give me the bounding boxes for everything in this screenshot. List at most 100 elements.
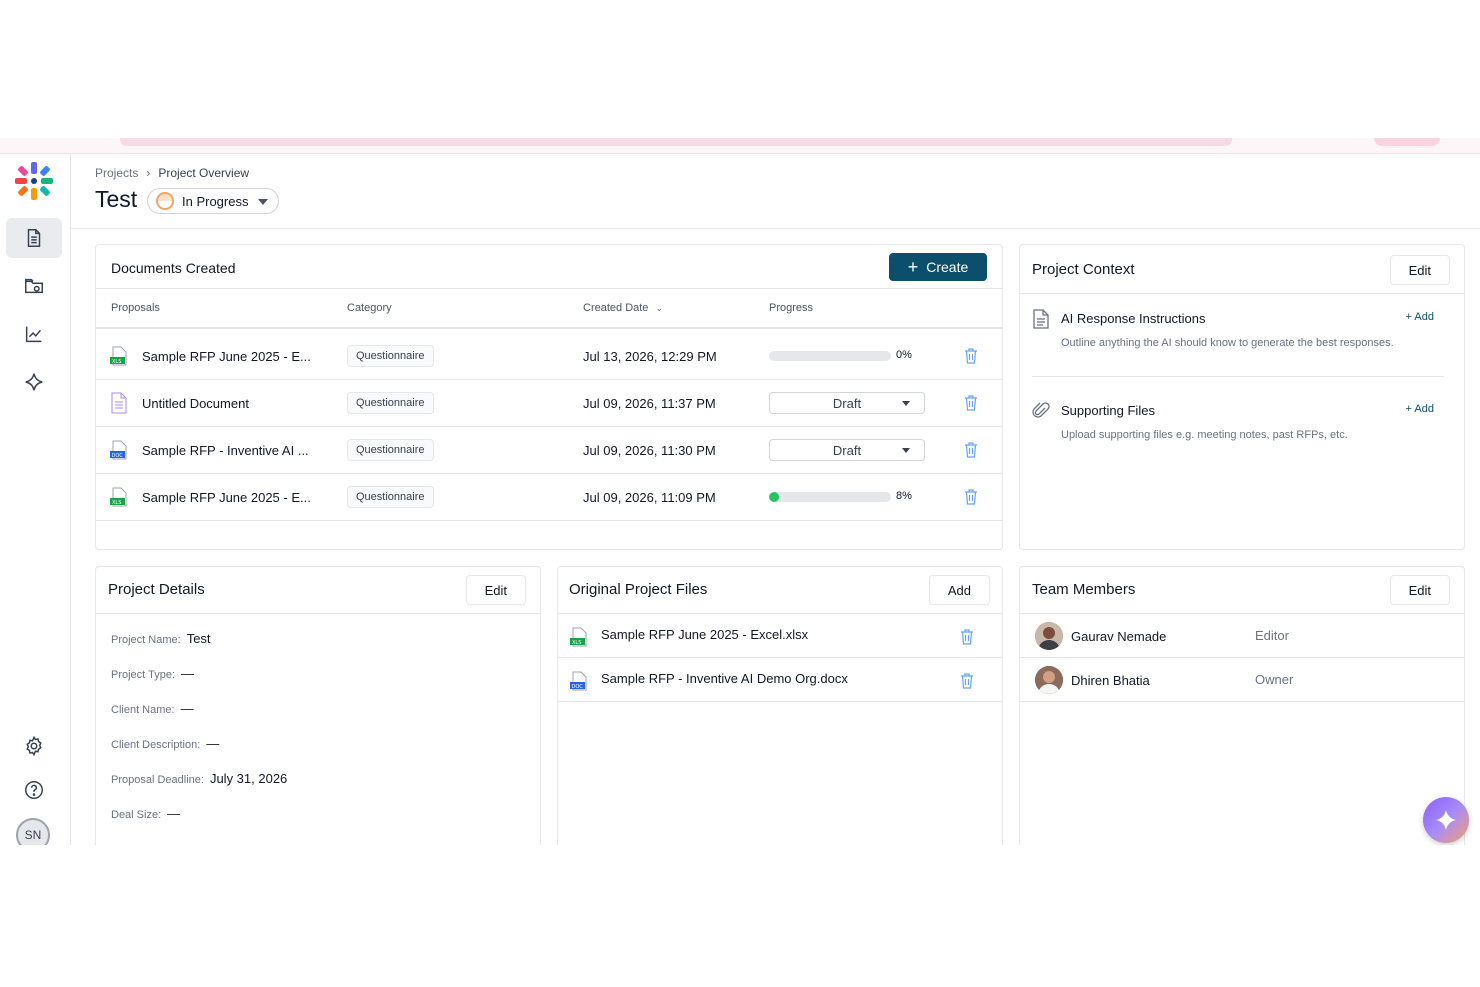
file-row[interactable]: XLS Sample RFP June 2025 - Excel.xlsx bbox=[558, 614, 1002, 658]
team-edit-button[interactable]: Edit bbox=[1389, 575, 1450, 605]
trash-icon[interactable] bbox=[964, 442, 978, 458]
table-row[interactable]: Untitled Document Questionnaire Jul 09, … bbox=[96, 380, 1002, 427]
trash-icon[interactable] bbox=[960, 673, 974, 689]
context-edit-button[interactable]: Edit bbox=[1389, 255, 1450, 285]
member-role: Editor bbox=[1255, 628, 1289, 643]
nav-ai[interactable] bbox=[6, 362, 62, 402]
divider bbox=[96, 288, 1002, 289]
page-title: Test bbox=[95, 186, 138, 212]
user-avatar[interactable]: SN bbox=[16, 818, 50, 845]
supporting-files-title: Supporting Files bbox=[1061, 403, 1155, 418]
status-label: In Progress bbox=[182, 193, 249, 209]
table-row[interactable]: XLS Sample RFP June 2025 - E... Question… bbox=[96, 333, 1002, 380]
avatar bbox=[1035, 666, 1063, 694]
detail-value: — bbox=[167, 806, 181, 821]
progress-bar bbox=[769, 492, 891, 502]
table-row[interactable]: XLS Sample RFP June 2025 - E... Question… bbox=[96, 474, 1002, 521]
nav-settings[interactable] bbox=[6, 726, 62, 766]
table-row[interactable]: DOC Sample RFP - Inventive AI ... Questi… bbox=[96, 427, 1002, 474]
col-created-date-label: Created Date bbox=[583, 302, 649, 314]
progress-percent: 0% bbox=[896, 349, 912, 361]
detail-label: Project Name: bbox=[111, 634, 181, 646]
files-add-button[interactable]: Add bbox=[928, 575, 990, 605]
detail-value: — bbox=[180, 701, 194, 716]
detail-label: Proposal Deadline: bbox=[111, 774, 204, 786]
chevron-right-icon: › bbox=[146, 166, 151, 180]
banner-bar bbox=[120, 138, 1232, 146]
draft-dropdown[interactable]: Draft bbox=[769, 392, 925, 414]
ai-assistant-button[interactable] bbox=[1423, 797, 1469, 843]
excel-file-icon: XLS bbox=[570, 627, 587, 647]
created-date: Jul 09, 2026, 11:30 PM bbox=[583, 443, 716, 458]
divider bbox=[1020, 293, 1464, 294]
chevron-down-icon bbox=[902, 401, 910, 406]
sparkle-icon bbox=[25, 373, 43, 391]
supporting-files-add[interactable]: + Add bbox=[1406, 403, 1434, 415]
chevron-down-icon: ⌄ bbox=[655, 303, 664, 313]
team-members-card: Team Members Edit Gaurav Nemade Editor D… bbox=[1019, 566, 1465, 845]
page-header: Projects › Project Overview Test In Prog… bbox=[71, 154, 1480, 229]
detail-value: July 31, 2026 bbox=[209, 771, 288, 786]
create-button[interactable]: + Create bbox=[889, 253, 987, 281]
ai-instructions-add[interactable]: + Add bbox=[1406, 311, 1434, 323]
created-date: Jul 13, 2026, 12:29 PM bbox=[583, 349, 717, 364]
chevron-down-icon bbox=[258, 199, 269, 205]
document-name[interactable]: Sample RFP June 2025 - E... bbox=[142, 349, 311, 364]
file-name[interactable]: Sample RFP June 2025 - Excel.xlsx bbox=[601, 627, 808, 642]
plus-icon: + bbox=[907, 257, 919, 277]
banner-pill bbox=[1374, 138, 1440, 146]
project-context-card: Project Context Edit AI Response Instruc… bbox=[1019, 244, 1465, 550]
document-name[interactable]: Sample RFP - Inventive AI ... bbox=[142, 443, 309, 458]
detail-client-description: Client Description: — bbox=[111, 736, 219, 751]
nav-documents[interactable] bbox=[6, 218, 62, 258]
document-name[interactable]: Untitled Document bbox=[142, 396, 249, 411]
excel-file-icon: XLS bbox=[110, 487, 127, 507]
document-icon bbox=[27, 229, 41, 247]
project-details-title: Project Details bbox=[108, 581, 205, 598]
project-context-title: Project Context bbox=[1032, 261, 1135, 278]
details-edit-button[interactable]: Edit bbox=[465, 575, 526, 605]
file-name[interactable]: Sample RFP - Inventive AI Demo Org.docx bbox=[601, 671, 848, 686]
svg-text:DOC: DOC bbox=[112, 453, 124, 459]
trash-icon[interactable] bbox=[960, 629, 974, 645]
team-member-row[interactable]: Dhiren Bhatia Owner bbox=[1020, 658, 1464, 702]
documents-card: Documents Created + Create Proposals Cat… bbox=[95, 244, 1003, 550]
col-proposals: Proposals bbox=[111, 302, 160, 314]
document-name[interactable]: Sample RFP June 2025 - E... bbox=[142, 490, 311, 505]
supporting-files-desc: Upload supporting files e.g. meeting not… bbox=[1061, 429, 1348, 441]
document-icon bbox=[1033, 309, 1049, 329]
paperclip-icon bbox=[1032, 402, 1050, 418]
project-details-card: Project Details Edit Project Name: Test P… bbox=[95, 566, 541, 845]
col-created-date[interactable]: Created Date ⌄ bbox=[583, 302, 663, 314]
chevron-down-icon bbox=[902, 448, 910, 453]
draft-label: Draft bbox=[832, 442, 862, 458]
progress-percent: 8% bbox=[896, 490, 912, 502]
divider bbox=[96, 613, 540, 614]
file-row[interactable]: DOC Sample RFP - Inventive AI Demo Org.d… bbox=[558, 658, 1002, 702]
nav-analytics[interactable] bbox=[6, 314, 62, 354]
header-divider bbox=[96, 327, 1002, 329]
detail-client-name: Client Name: — bbox=[111, 701, 194, 716]
nav-help[interactable] bbox=[6, 770, 62, 810]
gear-icon bbox=[26, 735, 42, 757]
detail-label: Client Name: bbox=[111, 704, 175, 716]
status-dropdown[interactable]: In Progress bbox=[147, 188, 280, 214]
trash-icon[interactable] bbox=[964, 348, 978, 364]
project-files-card: Original Project Files Add XLS Sample RF… bbox=[557, 566, 1003, 845]
svg-text:DOC: DOC bbox=[572, 684, 584, 690]
project-files-title: Original Project Files bbox=[569, 581, 708, 598]
document-file-icon bbox=[111, 392, 127, 414]
progress-bar bbox=[769, 351, 891, 361]
nav-folders[interactable] bbox=[6, 266, 62, 306]
member-name: Gaurav Nemade bbox=[1071, 629, 1167, 644]
team-member-row[interactable]: Gaurav Nemade Editor bbox=[1020, 614, 1464, 658]
ai-instructions-desc: Outline anything the AI should know to g… bbox=[1061, 337, 1394, 349]
draft-dropdown[interactable]: Draft bbox=[769, 439, 925, 461]
breadcrumb-current: Project Overview bbox=[158, 166, 250, 180]
breadcrumb-projects[interactable]: Projects bbox=[95, 166, 138, 180]
folder-icon bbox=[25, 278, 43, 294]
trash-icon[interactable] bbox=[964, 395, 978, 411]
created-date: Jul 09, 2026, 11:37 PM bbox=[583, 396, 716, 411]
svg-text:XLS: XLS bbox=[572, 640, 581, 646]
trash-icon[interactable] bbox=[964, 489, 978, 505]
